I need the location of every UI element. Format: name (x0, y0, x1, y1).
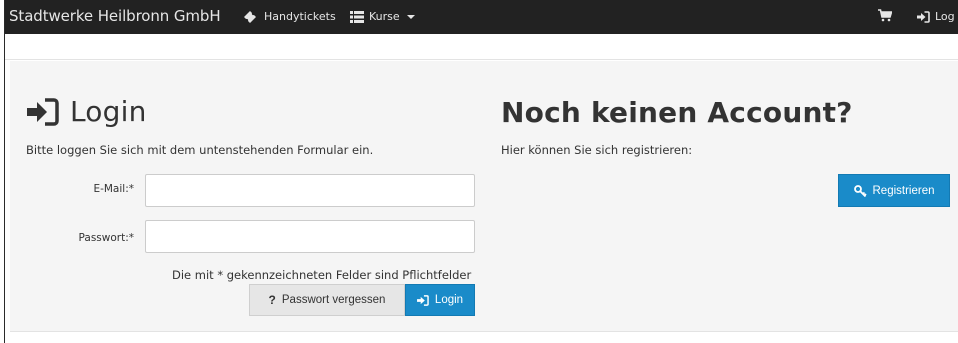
login-intro: Bitte loggen Sie sich mit dem untenstehe… (26, 143, 374, 157)
chevron-down-icon (406, 14, 415, 19)
forgot-password-button[interactable]: ? Passwort vergessen (249, 284, 405, 316)
nav-kurse-label: Kurse (369, 10, 400, 23)
nav-kurse-dropdown[interactable]: Kurse (350, 10, 415, 23)
sign-in-icon (917, 10, 930, 23)
register-heading: Noch keinen Account? (501, 96, 853, 129)
login-heading: Login (26, 95, 147, 128)
register-button[interactable]: Registrieren (838, 174, 950, 207)
password-label: Passwort:* (78, 232, 134, 244)
password-field[interactable] (145, 220, 475, 253)
required-fields-note: Die mit * gekennzeichneten Felder sind P… (172, 268, 472, 282)
key-icon (853, 184, 867, 197)
sign-in-icon (416, 294, 429, 306)
nav-login[interactable]: Log (917, 10, 955, 23)
email-field[interactable] (145, 174, 475, 207)
login-title: Login (70, 95, 147, 128)
forgot-password-label: Passwort vergessen (281, 294, 386, 306)
nav-login-label: Log (935, 10, 955, 23)
brand-link[interactable]: Stadtwerke Heilbronn GmbH (9, 7, 221, 25)
question-icon: ? (268, 293, 276, 307)
nav-handytickets-label: Handytickets (264, 10, 336, 23)
email-label: E-Mail:* (93, 183, 134, 195)
login-button-label: Login (434, 294, 464, 306)
register-intro: Hier können Sie sich registrieren: (501, 143, 693, 157)
top-navbar: Stadtwerke Heilbronn GmbH Handytickets K… (5, 0, 958, 34)
list-icon (350, 10, 364, 23)
ticket-icon (243, 10, 259, 23)
shopping-cart-icon (878, 9, 892, 22)
nav-handytickets[interactable]: Handytickets (243, 10, 336, 23)
login-button[interactable]: Login (405, 284, 475, 316)
nav-cart[interactable] (878, 9, 892, 22)
register-button-label: Registrieren (872, 184, 935, 197)
subnav-strip (5, 34, 958, 60)
sign-in-icon (26, 97, 60, 126)
